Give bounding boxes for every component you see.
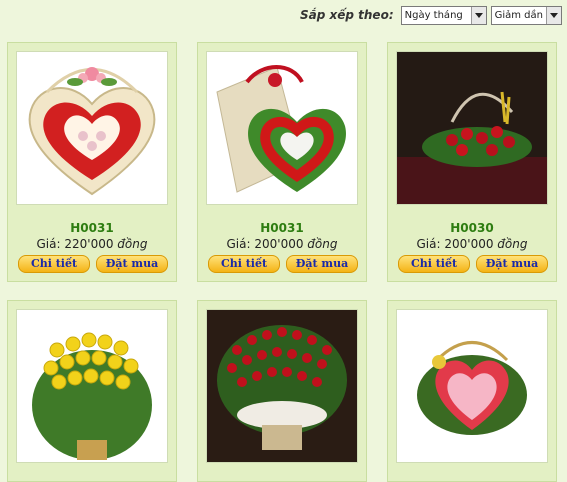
- heart-rose-wreath-image: [216, 65, 346, 193]
- details-button[interactable]: Chi tiết: [18, 255, 90, 273]
- product-card: H0031 Giá: 200'000 đồng Chi tiết Đặt mua: [197, 42, 367, 282]
- product-image[interactable]: [206, 309, 358, 463]
- pink-rose-heart-basket-image: [417, 341, 527, 435]
- product-image[interactable]: [396, 51, 548, 205]
- product-card: H0030 Giá: 200'000 đồng Chi tiết Đặt mua: [387, 42, 557, 282]
- sort-order-value: Giảm dần: [494, 9, 543, 21]
- sort-label: Sắp xếp theo:: [300, 8, 394, 22]
- product-image[interactable]: [206, 51, 358, 205]
- product-price: Giá: 220'000 đồng: [36, 237, 148, 251]
- chevron-down-icon[interactable]: [546, 6, 561, 24]
- product-card: [197, 300, 367, 482]
- product-code: H0030: [450, 221, 494, 235]
- product-image[interactable]: [16, 51, 168, 205]
- product-card: H0031 Giá: 220'000 đồng Chi tiết Đặt mua: [7, 42, 177, 282]
- order-button[interactable]: Đặt mua: [286, 255, 358, 273]
- sort-field-select[interactable]: Ngày tháng: [400, 5, 487, 25]
- sort-bar: Sắp xếp theo: Ngày tháng Giảm dần: [300, 4, 562, 26]
- product-image[interactable]: [16, 309, 168, 463]
- product-image[interactable]: [396, 309, 548, 463]
- product-card: [7, 300, 177, 482]
- order-button[interactable]: Đặt mua: [476, 255, 548, 273]
- red-rose-basket-tall-image: [207, 310, 357, 462]
- details-button[interactable]: Chi tiết: [208, 255, 280, 273]
- heart-rose-box-image: [28, 67, 156, 196]
- details-button[interactable]: Chi tiết: [398, 255, 470, 273]
- yellow-rose-bouquet-image: [32, 332, 152, 460]
- price-value: 220'000: [64, 237, 114, 251]
- price-value: 200'000: [254, 237, 304, 251]
- product-price: Giá: 200'000 đồng: [226, 237, 338, 251]
- sort-field-value: Ngày tháng: [404, 9, 463, 21]
- red-rose-basket-image: [397, 52, 547, 204]
- product-price: Giá: 200'000 đồng: [416, 237, 528, 251]
- product-code: H0031: [70, 221, 114, 235]
- order-button[interactable]: Đặt mua: [96, 255, 168, 273]
- sort-order-select[interactable]: Giảm dần: [490, 5, 562, 25]
- product-card: [387, 300, 557, 482]
- price-value: 200'000: [444, 237, 494, 251]
- chevron-down-icon[interactable]: [470, 6, 486, 24]
- product-code: H0031: [260, 221, 304, 235]
